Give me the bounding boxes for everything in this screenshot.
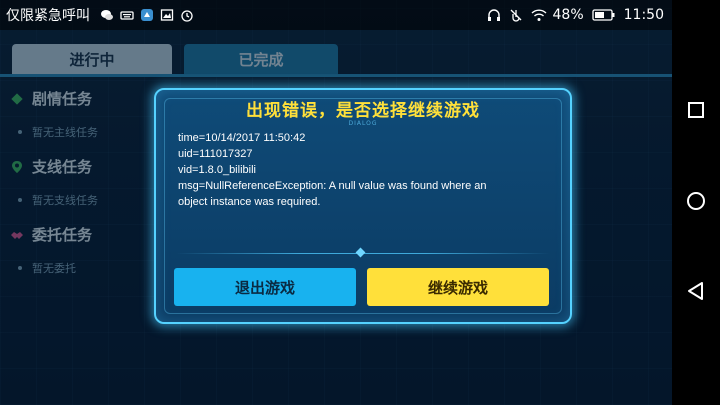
mute-icon [509, 8, 523, 22]
error-message-cont: object instance was required. [178, 196, 321, 208]
back-button[interactable] [684, 281, 708, 305]
error-vid: vid=1.8.0_bilibili [178, 164, 256, 176]
error-time: time=10/14/2017 11:50:42 [178, 132, 306, 144]
clock-time: 11:50 [623, 7, 664, 23]
navigation-bar [672, 0, 720, 405]
recent-apps-button[interactable] [684, 100, 708, 124]
exit-game-button[interactable]: 退出游戏 [174, 268, 356, 306]
carrier-text: 仅限紧急呼叫 [6, 8, 90, 24]
continue-game-button[interactable]: 继续游戏 [367, 268, 549, 306]
error-dialog: 出现错误，是否选择继续游戏 DIALOG time=10/14/2017 11:… [154, 88, 572, 324]
error-uid: uid=111017327 [178, 148, 253, 160]
dialog-title: 出现错误，是否选择继续游戏 [246, 101, 480, 121]
keyboard-icon [120, 8, 134, 22]
wifi-icon [531, 8, 547, 22]
error-message: msg=NullReferenceException: A null value… [178, 180, 487, 192]
status-bar: 仅限紧急呼叫 48% 11:50 [0, 0, 672, 30]
headphones-icon [487, 8, 501, 22]
alarm-icon [180, 8, 194, 22]
home-button[interactable] [684, 191, 708, 215]
wechat-icon [100, 8, 114, 22]
image-icon [160, 8, 174, 22]
dialog-subtitle: DIALOG [348, 120, 378, 127]
circle-nav-icon [686, 191, 706, 215]
app-icon [140, 8, 154, 22]
triangle-nav-icon [686, 281, 706, 305]
battery-icon [591, 8, 616, 22]
screen: 进行中 已完成 剧情任务 暂无主线任务 支线任务 暂无支线任务 委托任务 暂无委… [0, 0, 720, 405]
square-nav-icon [687, 101, 705, 123]
game-area: 进行中 已完成 剧情任务 暂无主线任务 支线任务 暂无支线任务 委托任务 暂无委… [0, 0, 672, 405]
battery-percent: 48% [552, 7, 584, 23]
error-details: time=10/14/2017 11:50:42 uid=111017327 v… [178, 130, 558, 210]
